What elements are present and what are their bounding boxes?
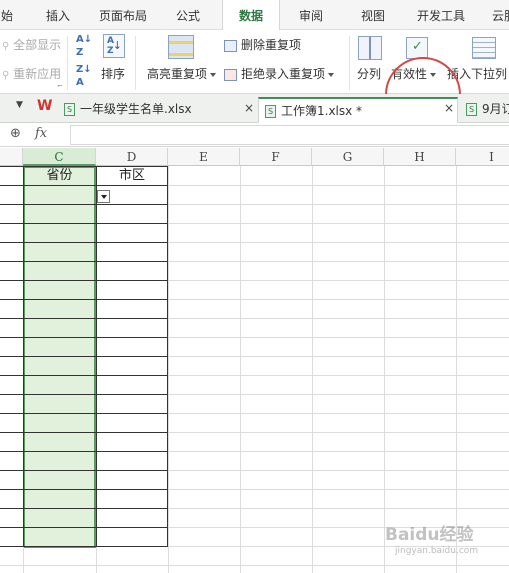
- cell-d1[interactable]: 市区: [96, 167, 168, 185]
- table-border-row: [0, 432, 168, 433]
- dialog-launcher-icon[interactable]: ⌐: [57, 82, 63, 90]
- sort-desc-icon[interactable]: Z↓ A: [76, 63, 92, 89]
- document-tab[interactable]: S 一年级学生名单.xlsx: [64, 97, 256, 123]
- xlsx-file-icon: S: [64, 103, 75, 116]
- sort-button[interactable]: 排序: [101, 65, 125, 82]
- highlight-duplicates-button[interactable]: 高亮重复项: [147, 65, 217, 82]
- highlight-duplicates-icon: [168, 35, 194, 59]
- table-border-row: [0, 394, 168, 395]
- table-border-row: [0, 356, 168, 357]
- table-border-row: [0, 451, 168, 452]
- grid-column-line: [456, 166, 457, 573]
- ribbon-separator: [135, 36, 136, 90]
- cell-grid[interactable]: 省份 市区: [0, 166, 509, 573]
- document-tab[interactable]: S 9月订: [462, 97, 509, 123]
- show-all-button[interactable]: ⚲ 全部显示: [2, 36, 61, 53]
- chevron-down-icon: [210, 72, 217, 77]
- column-header-g[interactable]: G: [312, 148, 384, 166]
- tab-view[interactable]: 视图: [350, 0, 396, 30]
- table-border-row: [0, 242, 168, 243]
- tab-start[interactable]: 始: [0, 0, 14, 30]
- reapply-icon: ⚲: [2, 70, 10, 81]
- reject-duplicates-button[interactable]: 拒绝录入重复项: [224, 65, 335, 82]
- grid-column-line: [240, 166, 241, 573]
- table-border-row: [0, 489, 168, 490]
- insert-dropdown-icon: [472, 37, 496, 59]
- table-border-row: [0, 546, 168, 547]
- table-border-row: [0, 185, 168, 186]
- tab-list-chevron-icon[interactable]: ▼: [16, 100, 23, 110]
- table-border-row: [0, 413, 168, 414]
- formula-bar: ⊕ fx: [0, 123, 509, 147]
- table-border-row: [0, 280, 168, 281]
- table-border-row: [0, 337, 168, 338]
- ribbon-separator: [349, 36, 350, 90]
- data-validity-icon: ✓: [406, 37, 428, 59]
- formula-input[interactable]: [70, 125, 509, 145]
- data-ribbon: ⚲ 全部显示 ⚲ 重新应用 ⌐ A↓ Z Z↓ A AZ ↓ 排序 高亮重复项 删除…: [0, 30, 509, 133]
- chevron-down-icon: [328, 72, 335, 77]
- column-header-b[interactable]: [0, 148, 23, 166]
- watermark: Baidu经验: [385, 525, 474, 545]
- column-header-d[interactable]: D: [96, 148, 168, 166]
- zoom-search-icon[interactable]: ⊕: [10, 126, 21, 141]
- remove-duplicates-icon: [224, 39, 237, 52]
- table-border-row: [0, 470, 168, 471]
- wps-spreadsheet-window: 始 插入 页面布局 公式 数据 审阅 视图 开发工具 云服 ⚲ 全部显示 ⚲ 重…: [0, 0, 509, 573]
- column-header-e[interactable]: E: [168, 148, 240, 166]
- table-border-row: [0, 261, 168, 262]
- tab-formula[interactable]: 公式: [166, 0, 210, 30]
- sort-asc-icon[interactable]: A↓ Z: [76, 33, 92, 59]
- column-header-f[interactable]: F: [240, 148, 312, 166]
- close-icon[interactable]: ×: [444, 101, 454, 115]
- table-border-row: [0, 508, 168, 509]
- reapply-button[interactable]: ⚲ 重新应用: [2, 65, 61, 82]
- fx-icon[interactable]: fx: [35, 126, 47, 141]
- tab-insert[interactable]: 插入: [36, 0, 80, 30]
- table-border-column: [167, 166, 168, 546]
- document-tab-bar: ▼ W S 一年级学生名单.xlsx × S 工作簿1.xlsx * × S 9月订: [0, 94, 509, 123]
- table-border-column: [96, 166, 97, 546]
- table-border-row: [0, 375, 168, 376]
- table-border-row: [0, 299, 168, 300]
- cell-c1[interactable]: 省份: [23, 167, 96, 185]
- wps-logo-icon[interactable]: W: [37, 98, 52, 114]
- column-header-h[interactable]: H: [384, 148, 456, 166]
- tab-cloud[interactable]: 云服: [484, 0, 509, 30]
- table-border-column: [23, 166, 24, 546]
- tab-review[interactable]: 审阅: [288, 0, 334, 30]
- watermark-url: jingyan.baidu.com: [395, 546, 479, 556]
- table-border-row: [0, 527, 168, 528]
- menu-tab-bar: 始 插入 页面布局 公式 数据 审阅 视图 开发工具 云服: [0, 0, 509, 31]
- split-columns-button[interactable]: 分列: [357, 65, 381, 82]
- tab-data[interactable]: 数据: [222, 0, 280, 31]
- grid-row-line: [0, 565, 509, 566]
- document-tab-active[interactable]: S 工作簿1.xlsx *: [258, 97, 458, 123]
- tab-page-layout[interactable]: 页面布局: [90, 0, 156, 30]
- sort-icon: AZ ↓: [103, 34, 125, 58]
- grid-column-line: [384, 166, 385, 573]
- filter-icon: ⚲: [2, 41, 10, 52]
- reject-duplicates-icon: [224, 68, 237, 81]
- dropdown-arrow-button[interactable]: [97, 190, 110, 203]
- column-header-row: C D E F G H I: [0, 148, 509, 166]
- xlsx-file-icon: S: [466, 103, 477, 116]
- close-icon[interactable]: ×: [244, 101, 254, 115]
- table-border-row: [0, 204, 168, 205]
- table-border-row: [0, 223, 168, 224]
- ribbon-separator: [67, 36, 68, 90]
- grid-column-line: [312, 166, 313, 573]
- split-columns-icon: [358, 36, 382, 60]
- column-header-c[interactable]: C: [23, 148, 96, 166]
- grid-column-line: [168, 166, 169, 573]
- remove-duplicates-button[interactable]: 删除重复项: [224, 36, 301, 53]
- xlsx-file-icon: S: [265, 105, 276, 118]
- tab-developer[interactable]: 开发工具: [408, 0, 474, 30]
- column-header-i[interactable]: I: [456, 148, 509, 166]
- table-border-row: [0, 318, 168, 319]
